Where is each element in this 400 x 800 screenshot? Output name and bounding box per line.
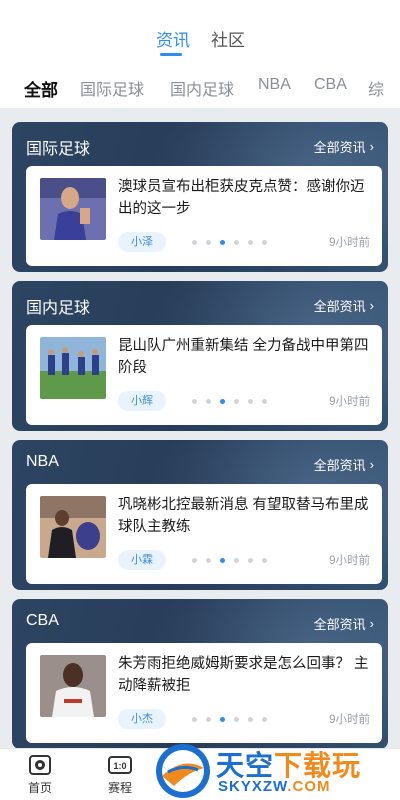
chevron-right-icon: › bbox=[369, 457, 374, 472]
category-intl-football[interactable]: 国际足球 bbox=[80, 76, 144, 100]
category-nba[interactable]: NBA bbox=[258, 76, 291, 94]
news-thumbnail bbox=[40, 178, 106, 240]
carousel-dot bbox=[248, 558, 253, 563]
carousel-dot-active bbox=[220, 240, 225, 245]
carousel-dot bbox=[206, 558, 211, 563]
carousel-dot bbox=[234, 558, 239, 563]
site-watermark: 天空下载玩 SKYXZW.COM bbox=[152, 740, 400, 800]
news-time: 9小时前 bbox=[329, 237, 370, 249]
all-news-label: 全部资讯 bbox=[313, 617, 366, 632]
news-time: 9小时前 bbox=[329, 555, 370, 567]
nav-schedule[interactable]: 1:0 赛程 bbox=[90, 753, 150, 796]
section-card-intl-football: 国际足球 全部资讯 › 澳球员宣布出柜获皮克点赞：感谢你迈出的这一步 小泽 9小… bbox=[12, 122, 388, 272]
watermark-logo-icon bbox=[156, 744, 210, 798]
news-headline[interactable]: 巩晓彬北控最新消息 有望取替马布里成球队主教练 bbox=[118, 494, 372, 538]
all-news-link[interactable]: 全部资讯 › bbox=[314, 137, 374, 156]
chevron-right-icon: › bbox=[369, 139, 374, 154]
carousel-dot bbox=[248, 399, 253, 404]
category-cba[interactable]: CBA bbox=[314, 76, 347, 94]
carousel-dot bbox=[192, 399, 197, 404]
category-tabs: 全部 国际足球 国内足球 NBA CBA 综 bbox=[0, 76, 400, 100]
header-tabs: 资讯 社区 bbox=[0, 26, 400, 56]
section-title: CBA bbox=[26, 612, 59, 629]
chevron-right-icon: › bbox=[369, 616, 374, 631]
carousel-dot-active bbox=[220, 399, 225, 404]
carousel-dot bbox=[262, 717, 267, 722]
news-item[interactable]: 巩晓彬北控最新消息 有望取替马布里成球队主教练 小霖 9小时前 bbox=[26, 484, 382, 584]
carousel-dot bbox=[248, 240, 253, 245]
top-bar: 资讯 社区 全部 国际足球 国内足球 NBA CBA 综 bbox=[0, 0, 400, 108]
section-title: NBA bbox=[26, 453, 59, 470]
news-headline[interactable]: 昆山队广州重新集结 全力备战中甲第四阶段 bbox=[118, 335, 372, 379]
carousel-dot bbox=[248, 717, 253, 722]
soccer-ball-icon bbox=[27, 753, 53, 777]
news-thumbnail bbox=[40, 655, 106, 717]
section-card-domestic-football: 国内足球 全部资讯 › 昆山队广州重新集结 全力备战中甲第四阶段 小辉 9小时前 bbox=[12, 281, 388, 431]
section-card-cba: CBA 全部资讯 › 朱芳雨拒绝威姆斯要求是怎么回事？ 主动降薪被拒 小杰 9小… bbox=[12, 599, 388, 748]
news-thumbnail bbox=[40, 496, 106, 558]
section-title: 国内足球 bbox=[26, 300, 91, 317]
carousel-dot bbox=[192, 558, 197, 563]
watermark-title-a: 天空 bbox=[216, 750, 275, 781]
watermark-sub-b: .COM bbox=[287, 778, 331, 795]
category-domestic-football[interactable]: 国内足球 bbox=[170, 76, 234, 100]
section-card-nba: NBA 全部资讯 › 巩晓彬北控最新消息 有望取替马布里成球队主教练 小霖 9小… bbox=[12, 440, 388, 590]
author-tag: 小泽 bbox=[118, 232, 166, 252]
author-tag: 小杰 bbox=[118, 709, 166, 729]
section-title: 国际足球 bbox=[26, 141, 91, 158]
all-news-label: 全部资讯 bbox=[313, 458, 366, 473]
watermark-sub-a: SKYXZW bbox=[218, 778, 288, 795]
carousel-dot bbox=[262, 558, 267, 563]
news-thumbnail bbox=[40, 337, 106, 399]
news-headline[interactable]: 澳球员宣布出柜获皮克点赞：感谢你迈出的这一步 bbox=[118, 176, 372, 220]
news-item[interactable]: 澳球员宣布出柜获皮克点赞：感谢你迈出的这一步 小泽 9小时前 bbox=[26, 166, 382, 266]
author-tag: 小辉 bbox=[118, 391, 166, 411]
carousel-dot bbox=[192, 717, 197, 722]
scoreboard-text: 1:0 bbox=[113, 761, 126, 771]
nav-home[interactable]: 首页 bbox=[10, 753, 70, 796]
carousel-dot bbox=[262, 240, 267, 245]
nav-schedule-label: 赛程 bbox=[107, 781, 132, 795]
carousel-dot bbox=[262, 399, 267, 404]
all-news-link[interactable]: 全部资讯 › bbox=[314, 296, 374, 315]
all-news-link[interactable]: 全部资讯 › bbox=[314, 455, 374, 474]
news-headline[interactable]: 朱芳雨拒绝威姆斯要求是怎么回事？ 主动降薪被拒 bbox=[118, 653, 372, 697]
category-more[interactable]: 综 bbox=[368, 76, 384, 100]
tab-community[interactable]: 社区 bbox=[211, 26, 245, 51]
tab-news[interactable]: 资讯 bbox=[156, 26, 190, 51]
carousel-dot bbox=[234, 240, 239, 245]
all-news-link[interactable]: 全部资讯 › bbox=[314, 614, 374, 633]
author-tag: 小霖 bbox=[118, 550, 166, 570]
carousel-dot bbox=[192, 240, 197, 245]
watermark-subtitle: SKYXZW.COM bbox=[218, 778, 331, 795]
carousel-dot-active bbox=[220, 717, 225, 722]
scoreboard-icon: 1:0 bbox=[107, 753, 133, 777]
carousel-dot bbox=[234, 399, 239, 404]
active-tab-indicator bbox=[160, 53, 182, 56]
carousel-dot-active bbox=[220, 558, 225, 563]
watermark-title-b: 下载玩 bbox=[274, 750, 362, 781]
news-item[interactable]: 昆山队广州重新集结 全力备战中甲第四阶段 小辉 9小时前 bbox=[26, 325, 382, 425]
news-time: 9小时前 bbox=[329, 396, 370, 408]
news-feed[interactable]: 国际足球 全部资讯 › 澳球员宣布出柜获皮克点赞：感谢你迈出的这一步 小泽 9小… bbox=[0, 108, 400, 748]
all-news-label: 全部资讯 bbox=[313, 140, 366, 155]
chevron-right-icon: › bbox=[369, 298, 374, 313]
carousel-dot bbox=[234, 717, 239, 722]
news-time: 9小时前 bbox=[329, 714, 370, 726]
nav-home-label: 首页 bbox=[27, 781, 52, 795]
news-item[interactable]: 朱芳雨拒绝威姆斯要求是怎么回事？ 主动降薪被拒 小杰 9小时前 bbox=[26, 643, 382, 743]
category-all[interactable]: 全部 bbox=[24, 76, 58, 100]
carousel-dot bbox=[206, 399, 211, 404]
carousel-dot bbox=[206, 717, 211, 722]
carousel-dot bbox=[206, 240, 211, 245]
all-news-label: 全部资讯 bbox=[313, 299, 366, 314]
